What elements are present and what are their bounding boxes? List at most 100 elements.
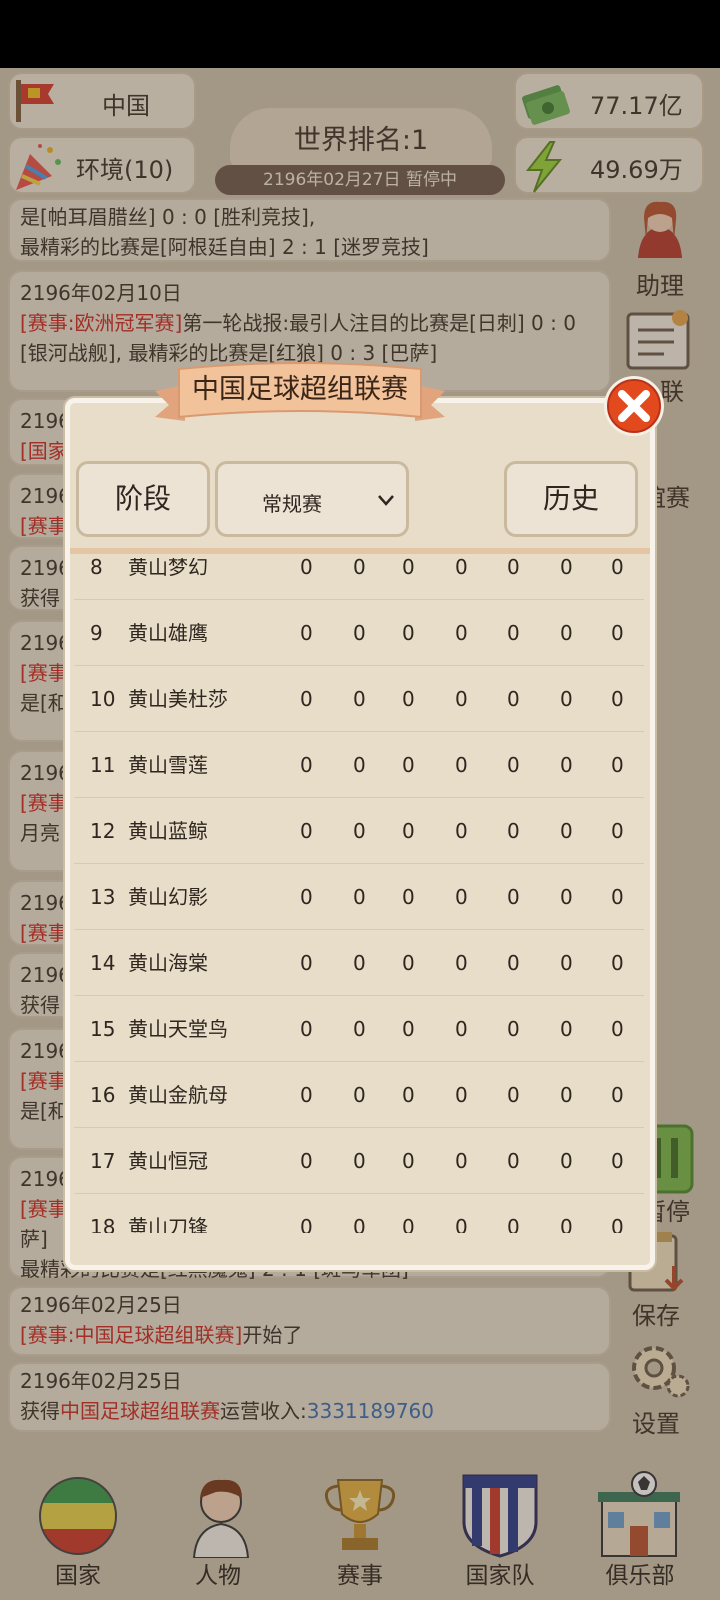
stat-cell: 0 xyxy=(507,753,520,777)
stat-cell: 0 xyxy=(560,1083,573,1107)
stat-cell: 0 xyxy=(353,1017,366,1041)
stat-cell: 0 xyxy=(560,621,573,645)
stat-cell: 0 xyxy=(353,1149,366,1173)
stat-cell: 0 xyxy=(353,951,366,975)
stat-cell: 0 xyxy=(455,1017,468,1041)
stat-cell: 0 xyxy=(611,1215,624,1233)
table-row[interactable]: 15 黄山天堂鸟 0 0 0 0 0 0 0 xyxy=(74,996,644,1062)
table-row[interactable]: 14 黄山海棠 0 0 0 0 0 0 0 xyxy=(74,930,644,996)
stat-cell: 0 xyxy=(507,621,520,645)
rank-cell: 15 xyxy=(90,1017,116,1041)
stat-cell: 0 xyxy=(300,1017,313,1041)
stat-cell: 0 xyxy=(507,1017,520,1041)
stat-cell: 0 xyxy=(455,1149,468,1173)
stat-cell: 0 xyxy=(402,1017,415,1041)
stat-cell: 0 xyxy=(300,1083,313,1107)
stat-cell: 0 xyxy=(560,687,573,711)
stat-cell: 0 xyxy=(402,885,415,909)
stat-cell: 0 xyxy=(611,1149,624,1173)
stat-cell: 0 xyxy=(402,1083,415,1107)
stat-cell: 0 xyxy=(611,885,624,909)
table-row[interactable]: 13 黄山幻影 0 0 0 0 0 0 0 xyxy=(74,864,644,930)
team-cell: 黄山美杜莎 xyxy=(128,687,228,711)
league-modal: 阶段 常规赛 历史 8 黄山梦幻 0 0 0 0 0 0 0 9 黄山雄鹰 0 0 0 0 0 0 0 10 黄山美杜… xyxy=(65,398,655,1270)
stat-cell: 0 xyxy=(560,1215,573,1233)
stat-cell: 0 xyxy=(507,558,520,579)
header-divider xyxy=(70,548,650,554)
stat-cell: 0 xyxy=(455,885,468,909)
stat-cell: 0 xyxy=(353,819,366,843)
team-cell: 黄山蓝鲸 xyxy=(128,819,208,843)
team-cell: 黄山刀锋 xyxy=(128,1215,208,1233)
table-row[interactable]: 17 黄山恒冠 0 0 0 0 0 0 0 xyxy=(74,1128,644,1194)
team-cell: 黄山金航母 xyxy=(128,1083,228,1107)
stage-select-value: 常规赛 xyxy=(262,492,322,516)
stage-select[interactable]: 常规赛 xyxy=(215,461,409,537)
stat-cell: 0 xyxy=(611,1083,624,1107)
stat-cell: 0 xyxy=(300,1215,313,1233)
table-row[interactable]: 8 黄山梦幻 0 0 0 0 0 0 0 xyxy=(74,558,644,600)
stat-cell: 0 xyxy=(560,951,573,975)
team-cell: 黄山雄鹰 xyxy=(128,621,208,645)
stat-cell: 0 xyxy=(300,687,313,711)
table-row[interactable]: 18 黄山刀锋 0 0 0 0 0 0 0 xyxy=(74,1194,644,1233)
stat-cell: 0 xyxy=(300,819,313,843)
rank-cell: 16 xyxy=(90,1083,116,1107)
stat-cell: 0 xyxy=(353,621,366,645)
rank-cell: 10 xyxy=(90,687,116,711)
rank-cell: 17 xyxy=(90,1149,116,1173)
stat-cell: 0 xyxy=(455,1215,468,1233)
table-row[interactable]: 9 黄山雄鹰 0 0 0 0 0 0 0 xyxy=(74,600,644,666)
stat-cell: 0 xyxy=(353,753,366,777)
team-cell: 黄山海棠 xyxy=(128,951,208,975)
stat-cell: 0 xyxy=(507,687,520,711)
stat-cell: 0 xyxy=(560,753,573,777)
stat-cell: 0 xyxy=(300,1149,313,1173)
stat-cell: 0 xyxy=(507,819,520,843)
team-cell: 黄山幻影 xyxy=(128,885,208,909)
stat-cell: 0 xyxy=(611,819,624,843)
rank-cell: 8 xyxy=(90,558,103,579)
stat-cell: 0 xyxy=(560,558,573,579)
stat-cell: 0 xyxy=(353,1215,366,1233)
standings-table[interactable]: 8 黄山梦幻 0 0 0 0 0 0 0 9 黄山雄鹰 0 0 0 0 0 0 0 10 黄山美杜莎 0 0 0 0 0 0 0 11… xyxy=(74,558,644,1233)
team-cell: 黄山梦幻 xyxy=(128,558,208,579)
rank-cell: 12 xyxy=(90,819,116,843)
stat-cell: 0 xyxy=(507,951,520,975)
stat-cell: 0 xyxy=(455,621,468,645)
stat-cell: 0 xyxy=(611,1017,624,1041)
stat-cell: 0 xyxy=(353,1083,366,1107)
stat-cell: 0 xyxy=(300,621,313,645)
stat-cell: 0 xyxy=(402,621,415,645)
stat-cell: 0 xyxy=(507,1215,520,1233)
modal-title: 中国足球超组联赛 xyxy=(192,374,408,405)
game-screen: 中国 环境(10) 世界排名:1 2196年02月27日 暂停中 77.17亿 … xyxy=(0,68,720,1600)
rank-cell: 9 xyxy=(90,621,103,645)
table-row[interactable]: 16 黄山金航母 0 0 0 0 0 0 0 xyxy=(74,1062,644,1128)
stat-cell: 0 xyxy=(353,558,366,579)
stat-cell: 0 xyxy=(507,1083,520,1107)
stat-cell: 0 xyxy=(455,951,468,975)
stat-cell: 0 xyxy=(353,885,366,909)
stat-cell: 0 xyxy=(611,558,624,579)
stat-cell: 0 xyxy=(300,951,313,975)
team-cell: 黄山恒冠 xyxy=(128,1149,208,1173)
rank-cell: 18 xyxy=(90,1215,116,1233)
table-row[interactable]: 10 黄山美杜莎 0 0 0 0 0 0 0 xyxy=(74,666,644,732)
stat-cell: 0 xyxy=(402,687,415,711)
team-cell: 黄山雪莲 xyxy=(128,753,208,777)
table-row[interactable]: 12 黄山蓝鲸 0 0 0 0 0 0 0 xyxy=(74,798,644,864)
chevron-down-icon xyxy=(378,495,394,506)
history-button[interactable]: 历史 xyxy=(504,461,638,537)
stat-cell: 0 xyxy=(560,819,573,843)
stat-cell: 0 xyxy=(611,951,624,975)
stat-cell: 0 xyxy=(560,1149,573,1173)
table-row[interactable]: 11 黄山雪莲 0 0 0 0 0 0 0 xyxy=(74,732,644,798)
stage-button[interactable]: 阶段 xyxy=(76,461,210,537)
stat-cell: 0 xyxy=(507,885,520,909)
stat-cell: 0 xyxy=(560,1017,573,1041)
close-icon[interactable] xyxy=(601,373,667,439)
stat-cell: 0 xyxy=(300,558,313,579)
stat-cell: 0 xyxy=(402,1149,415,1173)
stat-cell: 0 xyxy=(611,753,624,777)
